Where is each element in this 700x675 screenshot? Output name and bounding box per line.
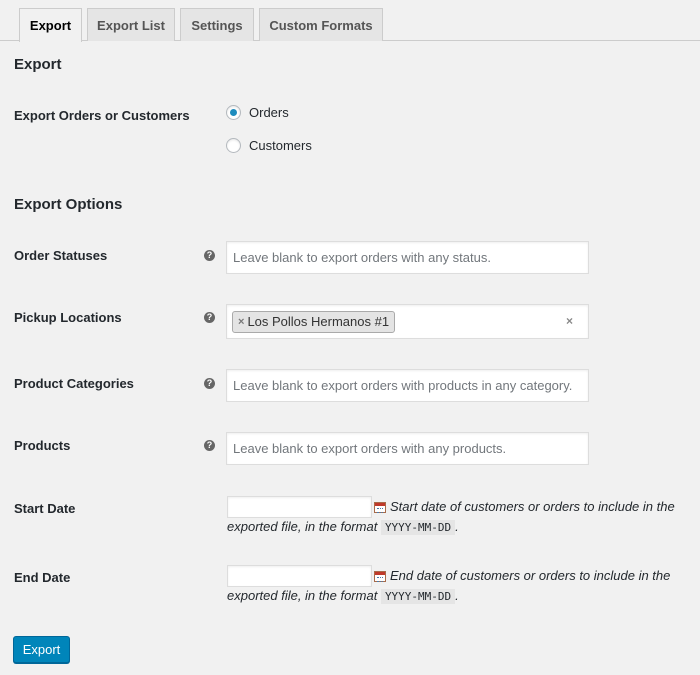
export-button[interactable]: Export	[13, 636, 70, 663]
tab-custom-formats[interactable]: Custom Formats	[259, 8, 383, 41]
chip-label: Los Pollos Hermanos #1	[247, 314, 390, 329]
start-date-format-code: YYYY-MM-DD	[380, 520, 456, 535]
start-date-desc-line1: Start date of customers or orders to inc…	[390, 499, 675, 514]
radio-orders[interactable]	[226, 105, 241, 120]
tab-export-list[interactable]: Export List	[87, 8, 175, 41]
radio-customers[interactable]	[226, 138, 241, 153]
export-heading: Export	[14, 56, 62, 73]
end-date-period: .	[455, 588, 459, 603]
pickup-locations-select[interactable]: × Los Pollos Hermanos #1 ×	[226, 304, 589, 339]
end-date-description: End date of customers or orders to inclu…	[227, 566, 687, 607]
radio-orders-label: Orders	[249, 105, 289, 120]
tab-settings[interactable]: Settings	[180, 8, 254, 41]
order-statuses-input[interactable]: Leave blank to export orders with any st…	[226, 241, 589, 274]
products-input[interactable]: Leave blank to export orders with any pr…	[226, 432, 589, 465]
export-options-heading: Export Options	[14, 196, 123, 213]
order-statuses-label: Order Statuses	[14, 248, 108, 263]
pickup-location-chip: × Los Pollos Hermanos #1	[232, 310, 396, 333]
product-categories-input[interactable]: Leave blank to export orders with produc…	[226, 369, 589, 402]
pickup-locations-label: Pickup Locations	[14, 310, 122, 325]
start-date-description: Start date of customers or orders to inc…	[227, 497, 687, 538]
clear-selection-icon[interactable]: ×	[566, 314, 573, 328]
start-date-label: Start Date	[14, 501, 76, 516]
radio-customers-row[interactable]: Customers	[226, 138, 312, 153]
product-categories-label: Product Categories	[14, 376, 134, 391]
end-date-desc-line2: exported file, in the format	[227, 588, 378, 603]
product-categories-help-icon[interactable]: ?	[204, 378, 215, 389]
pickup-locations-help-icon[interactable]: ?	[204, 312, 215, 323]
products-help-icon[interactable]: ?	[204, 440, 215, 451]
end-date-desc-line1: End date of customers or orders to inclu…	[390, 568, 671, 583]
order-statuses-help-icon[interactable]: ?	[204, 250, 215, 261]
radio-orders-row[interactable]: Orders	[226, 105, 289, 120]
chip-remove-icon[interactable]: ×	[238, 316, 244, 328]
export-type-label: Export Orders or Customers	[14, 108, 190, 123]
products-label: Products	[14, 438, 71, 453]
end-date-format-code: YYYY-MM-DD	[380, 589, 456, 604]
radio-customers-label: Customers	[249, 138, 312, 153]
nav-tabs: Export Export List Settings Custom Forma…	[0, 0, 700, 42]
tab-export[interactable]: Export	[19, 8, 82, 42]
start-date-period: .	[455, 519, 459, 534]
start-date-desc-line2: exported file, in the format	[227, 519, 378, 534]
end-date-label: End Date	[14, 570, 71, 585]
